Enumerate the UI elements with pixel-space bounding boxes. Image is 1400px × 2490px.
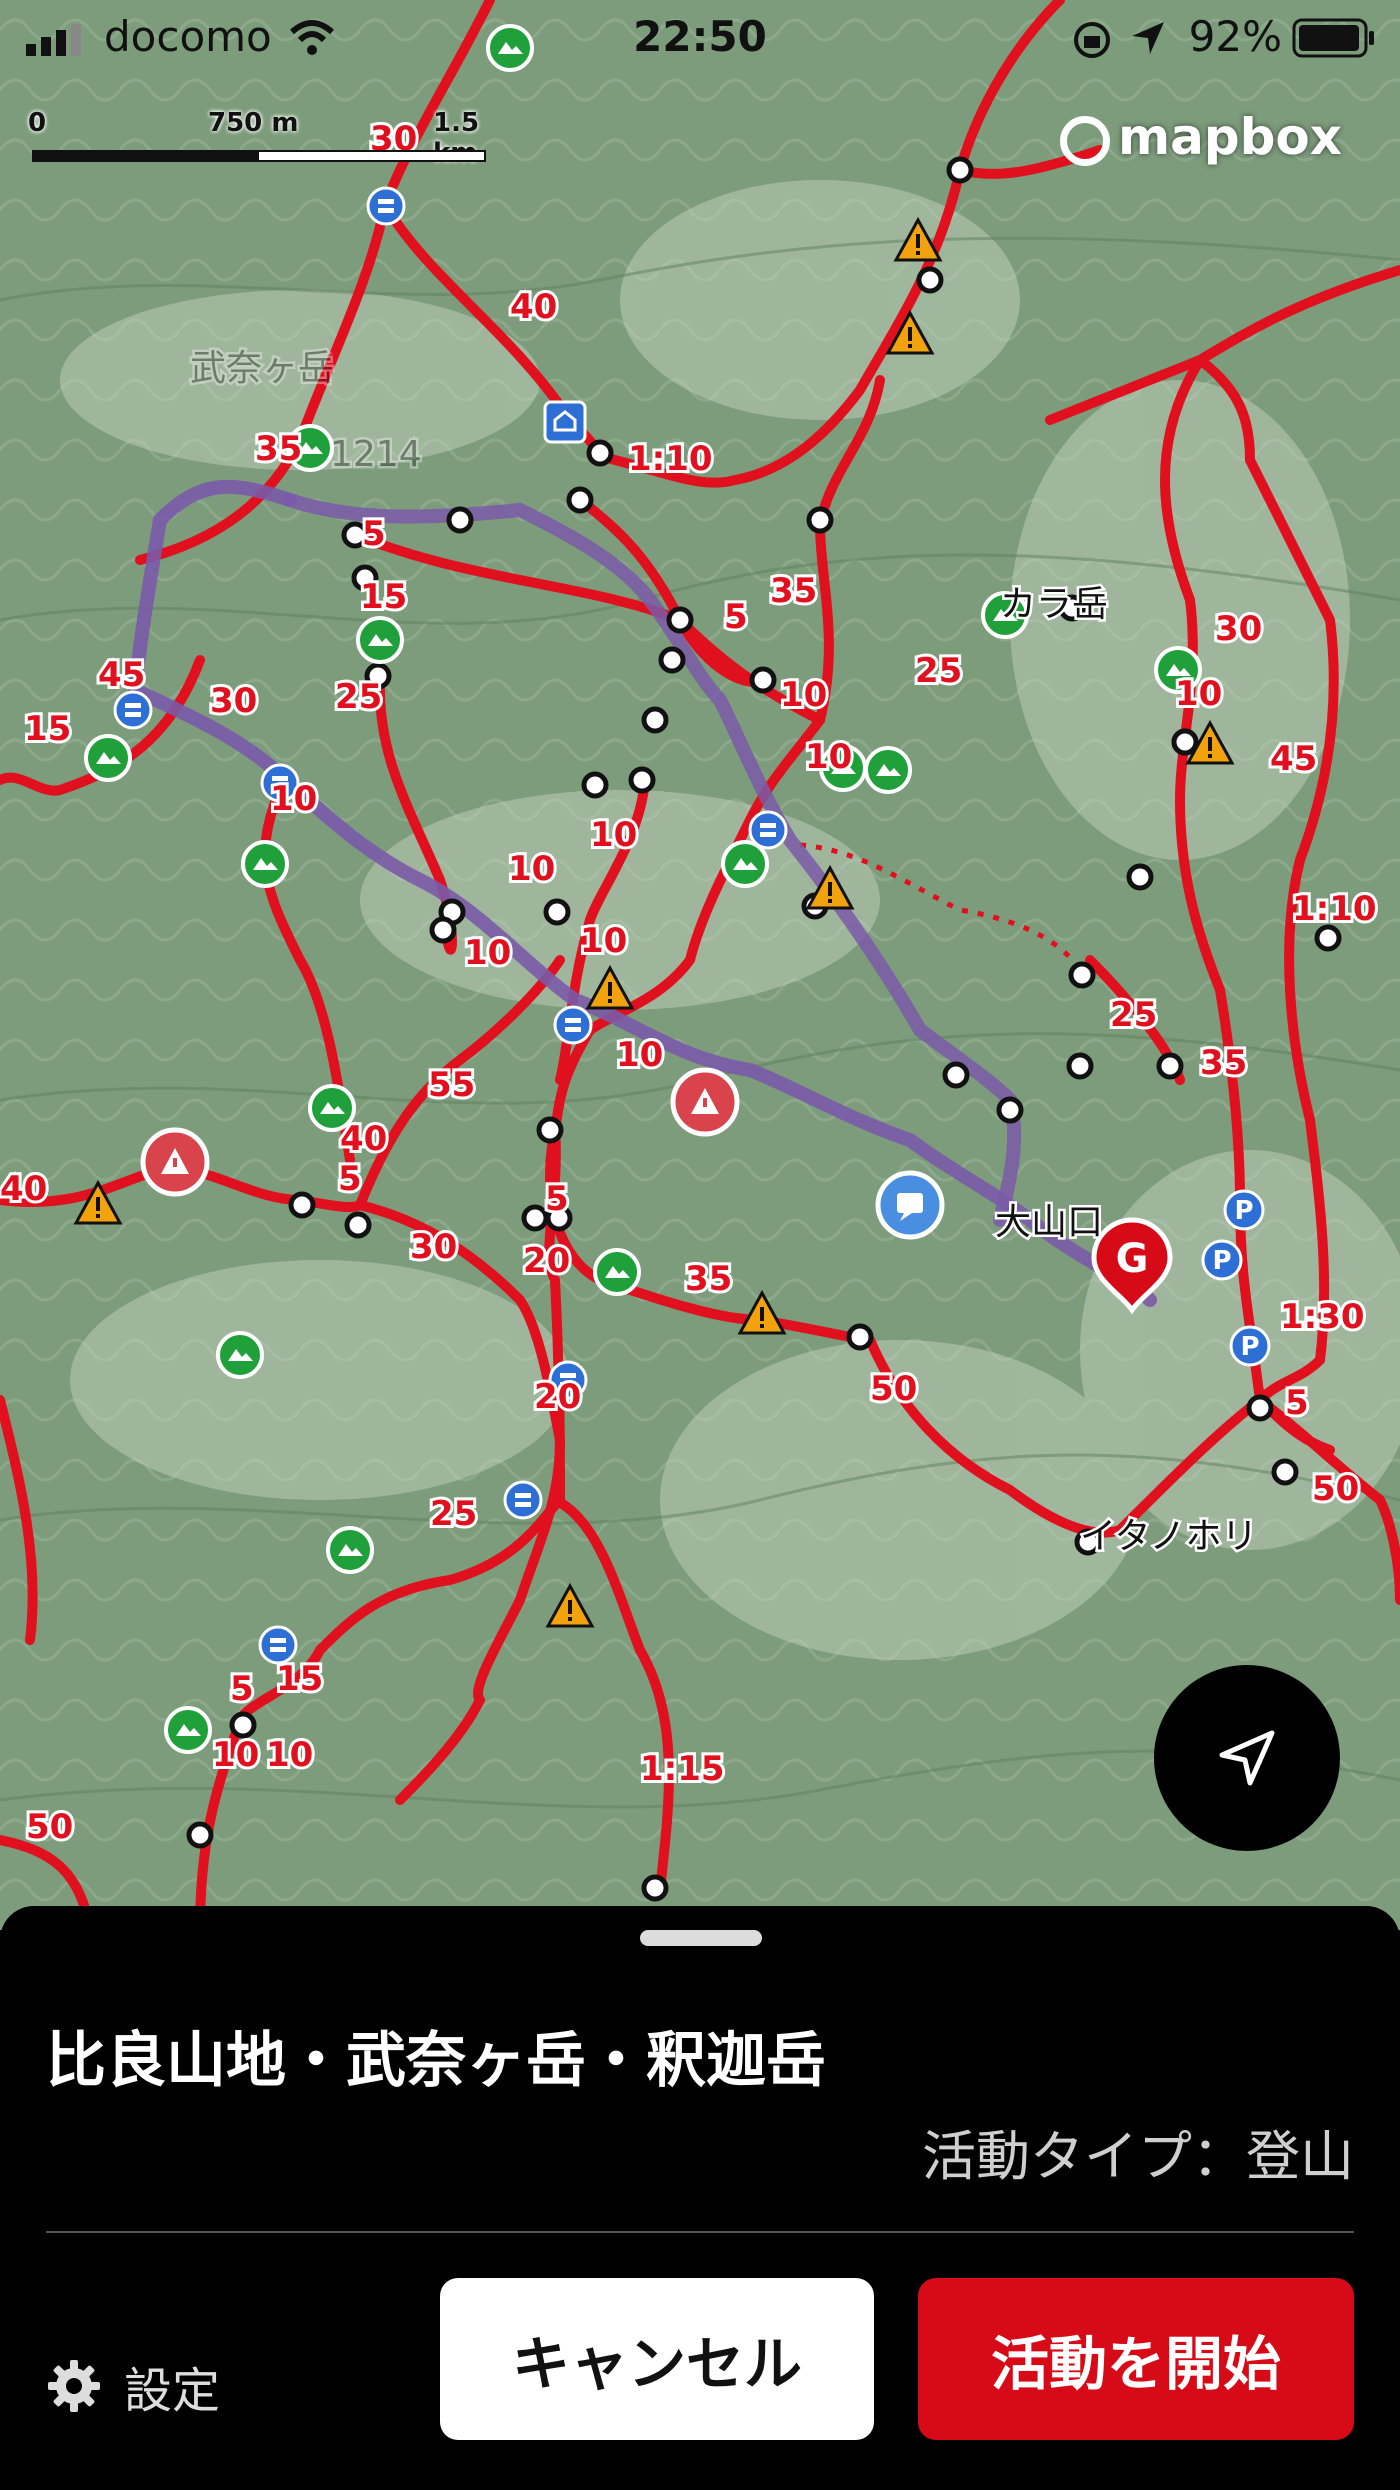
svg-text:10: 10 [805,737,852,777]
svg-text:35: 35 [1200,1043,1247,1083]
mapbox-logo-text: mapbox [1118,108,1343,166]
svg-text:10: 10 [580,921,627,961]
svg-text:25: 25 [915,651,962,691]
place-label-karadake: カラ岳 [1000,584,1108,625]
battery-icon [1292,18,1374,58]
svg-text:10: 10 [1175,674,1222,714]
mapbox-logo-icon [1060,115,1110,166]
svg-text:35: 35 [685,1259,732,1299]
svg-text:10: 10 [270,779,317,819]
svg-text:5: 5 [230,1669,254,1709]
svg-text:30: 30 [1215,609,1262,649]
svg-text:1:10: 1:10 [628,439,713,479]
scale-start-label: 0 [28,108,47,138]
scale-mid-label: 750 m [208,108,299,138]
activity-type-label: 活動タイプ：登山 [922,2125,1354,2188]
svg-text:40: 40 [340,1119,387,1159]
svg-text:25: 25 [335,677,382,717]
svg-text:5: 5 [724,597,748,637]
status-bar: docomo 22:50 92% [0,0,1400,80]
goal-marker-label: G [1116,1236,1149,1282]
svg-text:15: 15 [276,1659,323,1699]
svg-text:20: 20 [534,1377,581,1417]
svg-text:10: 10 [780,675,827,715]
svg-text:10: 10 [508,849,555,889]
mapbox-logo[interactable]: mapbox [1060,108,1370,174]
map-scale-bar: 0 750 m 1.5 km [28,108,488,168]
comment-icon [875,1170,945,1240]
svg-text:55: 55 [428,1065,475,1105]
battery-percent: 92% [1188,12,1282,61]
svg-text:10: 10 [616,1035,663,1075]
svg-text:30: 30 [210,681,257,721]
bottom-sheet: 比良山地・武奈ヶ岳・釈迦岳 活動タイプ：登山 設定 キャンセル 活動を開始 [0,1906,1400,2490]
current-location-button[interactable] [1154,1665,1340,1851]
svg-text:20: 20 [523,1241,570,1281]
svg-text:P: P [1212,1246,1231,1276]
svg-text:P: P [1240,1332,1259,1362]
svg-text:35: 35 [770,571,817,611]
svg-text:1:10: 1:10 [1292,889,1377,929]
svg-text:1:15: 1:15 [640,1749,725,1789]
svg-text:25: 25 [1110,995,1157,1035]
svg-text:1:30: 1:30 [1280,1297,1365,1337]
place-label-bunagatake: 武奈ヶ岳 [190,348,334,389]
svg-text:10: 10 [266,1735,313,1775]
scale-bar-graphic [32,150,486,162]
svg-text:50: 50 [870,1369,917,1409]
svg-text:10: 10 [212,1735,259,1775]
svg-text:5: 5 [362,514,386,554]
hut-icon [543,400,587,444]
svg-text:15: 15 [360,577,407,617]
place-label-elevation: 1214 [330,434,422,475]
svg-text:50: 50 [26,1807,73,1847]
svg-text:P: P [1234,1196,1253,1226]
svg-text:35: 35 [255,429,302,469]
orientation-lock-icon [1074,22,1110,58]
svg-text:10: 10 [590,815,637,855]
place-label-itanohori: イタノホリ [1080,1516,1257,1557]
route-title: 比良山地・武奈ヶ岳・釈迦岳 [46,2026,826,2096]
svg-text:5: 5 [1285,1383,1309,1423]
divider [46,2231,1354,2233]
map-canvas[interactable]: P P P G カラ岳 大山口 イタノホリ 武奈ヶ岳 1214 30 40 1:… [0,0,1400,1930]
svg-text:40: 40 [0,1169,47,1209]
settings-button[interactable]: 設定 [46,2346,220,2426]
svg-text:10: 10 [464,933,511,973]
svg-text:45: 45 [1270,739,1317,779]
svg-text:45: 45 [98,655,145,695]
gear-icon [48,2360,100,2412]
svg-text:15: 15 [24,709,71,749]
place-label-oyamaguchi: 大山口 [995,1202,1103,1243]
svg-text:50: 50 [1312,1469,1359,1509]
svg-text:40: 40 [510,287,557,327]
start-activity-button[interactable]: 活動を開始 [918,2278,1354,2440]
location-arrow-icon [1132,22,1164,54]
svg-text:30: 30 [410,1227,457,1267]
navigation-arrow-icon [1219,1730,1275,1786]
map-view[interactable]: P P P G カラ岳 大山口 イタノホリ 武奈ヶ岳 1214 30 40 1:… [0,0,1400,1930]
cancel-button[interactable]: キャンセル [440,2278,874,2440]
svg-text:5: 5 [545,1179,569,1219]
settings-label: 設定 [124,2363,221,2419]
svg-text:5: 5 [338,1159,362,1199]
sheet-grabber[interactable] [640,1930,762,1946]
svg-text:25: 25 [430,1494,477,1534]
